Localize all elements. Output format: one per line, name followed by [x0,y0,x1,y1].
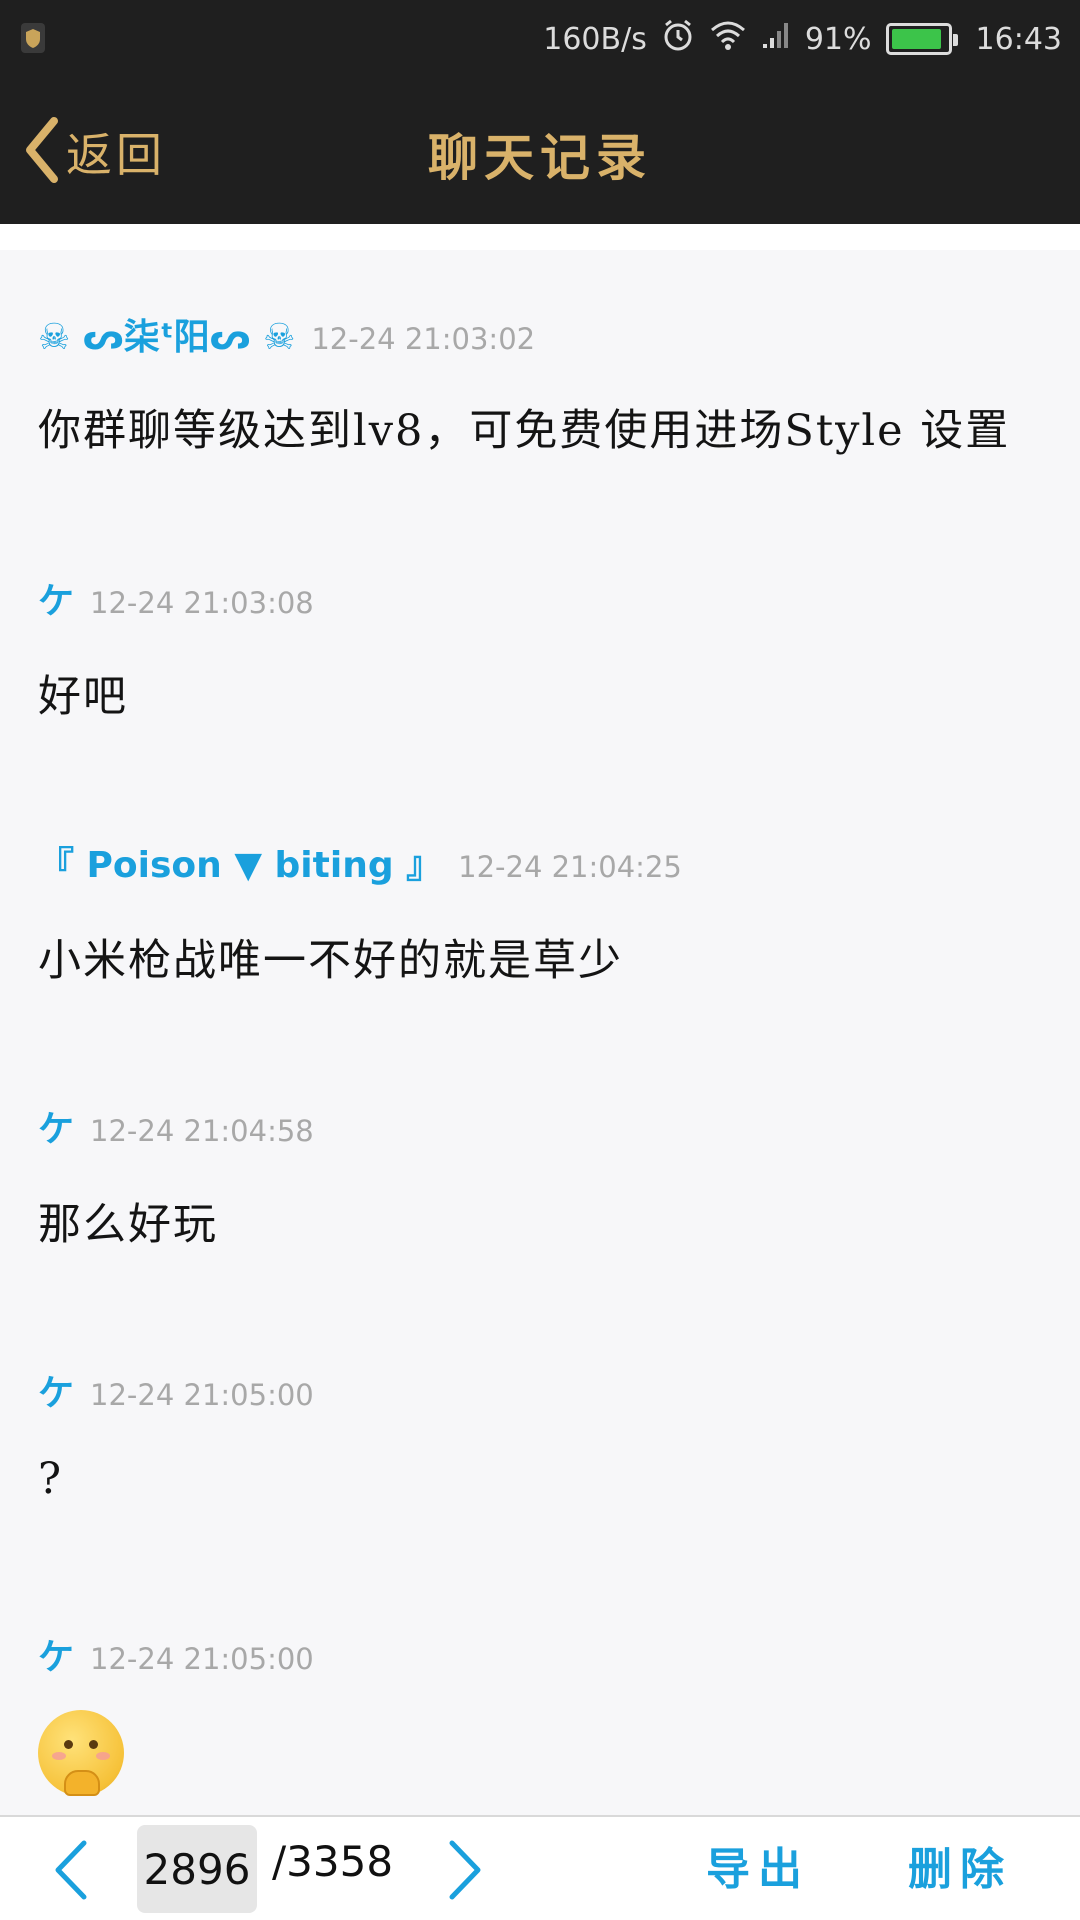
net-speed: 160B/s [543,21,647,57]
alarm-icon [661,18,695,60]
message-time: 12-24 21:05:00 [90,1378,314,1412]
top-app-bar: 返回 聊天记录 [0,78,1080,224]
battery-icon [885,23,958,55]
page-number-input[interactable] [137,1825,257,1913]
sender-name: ケ [38,1637,75,1678]
page-title: 聊天记录 [428,128,652,187]
delete-button[interactable]: 删除 [908,1833,1012,1897]
sender-name: ☠ ᔕ柒ᵗ阳ᔕ ☠ [38,317,296,358]
list-item: ケ 12-24 21:04:58 那么好玩 [38,1100,1050,1252]
list-item: ケ 12-24 21:03:08 好吧 [38,572,1050,724]
export-button[interactable]: 导出 [706,1833,810,1897]
previous-page-button[interactable] [46,1837,96,1903]
list-item: ケ 12-24 21:05:00 ? [38,1364,1050,1504]
message-text: 小米枪战唯一不好的就是草少 [38,936,623,986]
clock: 16:43 [975,21,1062,57]
message-time: 12-24 21:05:00 [90,1642,314,1676]
status-bar: 160B/s 91% 16:43 [0,0,1080,78]
divider [0,224,1080,250]
next-page-button[interactable] [440,1837,490,1903]
sender-name: ケ [38,1373,75,1414]
chevron-right-icon [449,1840,481,1900]
sticker-emoji-icon [38,1710,124,1796]
message-time: 12-24 21:03:02 [311,322,536,356]
message-text: 好吧 [38,672,128,722]
sender-name: ケ [38,581,75,622]
chevron-left-icon [55,1840,87,1900]
pager-toolbar: /3358 导出 删除 [0,1815,1080,1920]
chat-history-list[interactable]: ☠ ᔕ柒ᵗ阳ᔕ ☠ 12-24 21:03:02 你群聊等级达到lv8，可免费使… [0,250,1080,1815]
message-text: ? [38,1454,64,1504]
message-text: 那么好玩 [38,1200,218,1250]
wifi-icon [709,20,747,58]
sender-name: 『 Poison ▼ biting 』 [38,845,443,886]
message-time: 12-24 21:04:25 [458,850,682,884]
page-total: /3358 [272,1837,394,1886]
list-item: ☠ ᔕ柒ᵗ阳ᔕ ☠ 12-24 21:03:02 你群聊等级达到lv8，可免费使… [38,308,1050,458]
app-badge-icon [18,20,48,56]
message-time: 12-24 21:03:08 [90,586,314,620]
signal-icon [761,20,791,58]
status-indicators: 160B/s 91% 16:43 [543,0,1062,78]
list-item: 『 Poison ▼ biting 』 12-24 21:04:25 小米枪战唯… [38,836,1050,988]
list-item: ケ 12-24 21:05:00 [38,1628,1050,1796]
battery-level [891,29,941,49]
message-time: 12-24 21:04:58 [90,1114,314,1148]
sender-name: ケ [38,1109,75,1150]
message-text: 你群聊等级达到lv8，可免费使用进场Style 设置 [38,406,1011,456]
battery-percent: 91% [804,21,872,57]
